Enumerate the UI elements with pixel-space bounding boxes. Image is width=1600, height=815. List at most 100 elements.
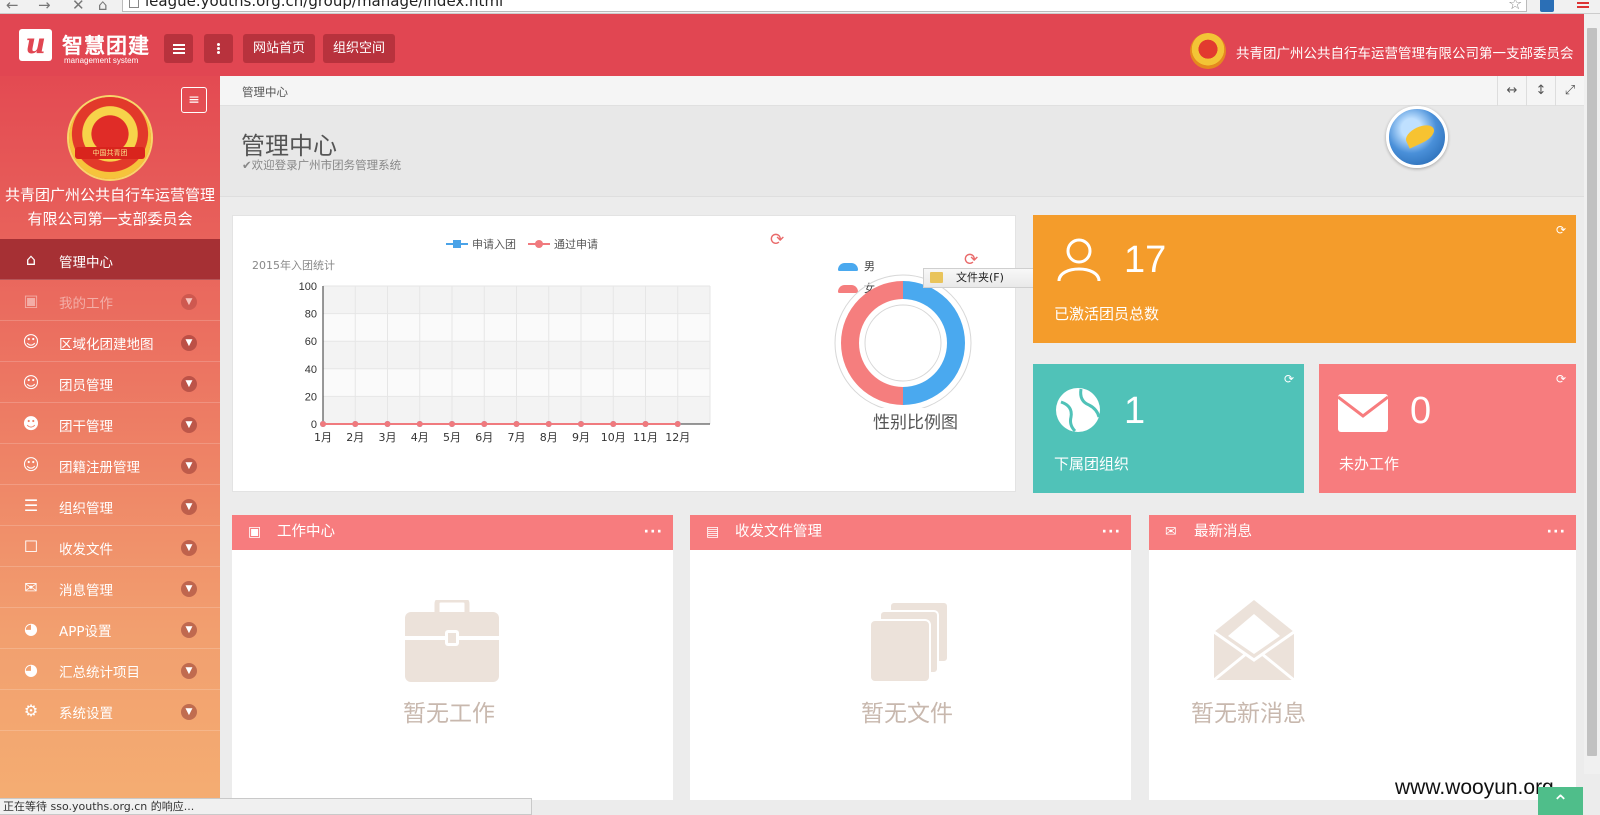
- data-point[interactable]: [352, 421, 359, 427]
- sidebar-item-app-settings[interactable]: ◕ APP设置 ▼: [0, 608, 220, 649]
- more-menu-button[interactable]: [204, 34, 233, 63]
- x-tick-label: 10月: [601, 431, 626, 444]
- chevron-down-icon[interactable]: ▼: [181, 376, 197, 392]
- data-point[interactable]: [610, 421, 617, 427]
- chevron-down-icon[interactable]: ▼: [181, 335, 197, 351]
- chevron-down-icon[interactable]: ▼: [181, 622, 197, 638]
- forward-icon[interactable]: →: [38, 0, 51, 13]
- back-to-top-button[interactable]: ⌃: [1538, 787, 1583, 815]
- data-point[interactable]: [384, 421, 391, 427]
- chevron-down-icon[interactable]: ▼: [181, 294, 197, 310]
- mail-icon: ✉: [24, 578, 38, 597]
- chevron-down-icon[interactable]: ▼: [181, 540, 197, 556]
- data-point[interactable]: [481, 421, 488, 427]
- panel-more-icon[interactable]: ···: [643, 515, 663, 550]
- chevron-down-icon[interactable]: ▼: [181, 458, 197, 474]
- data-point[interactable]: [642, 421, 649, 427]
- chevron-down-icon[interactable]: ▼: [181, 581, 197, 597]
- back-icon[interactable]: ←: [6, 0, 19, 13]
- chevron-down-icon[interactable]: ▼: [181, 499, 197, 515]
- sidebar-item-files[interactable]: ☐ 收发文件 ▼: [0, 526, 220, 567]
- sidebar-item-organization[interactable]: ☰ 组织管理 ▼: [0, 485, 220, 526]
- sidebar-item-management-center[interactable]: ⌂ 管理中心: [0, 239, 220, 280]
- chart-panel: 申请入团 通过申请 ⟳ 2015年入团统计 0 20 40 60 80 100 1月 2月 3月…: [232, 215, 1193, 492]
- logo-icon: u: [19, 29, 52, 61]
- address-bar[interactable]: league.youths.org.cn/group/manage/index.…: [122, 0, 1527, 12]
- stop-icon[interactable]: ✕: [72, 0, 85, 13]
- stat-card-pending-work[interactable]: 0 未办工作 ⟳: [1319, 364, 1576, 493]
- data-point[interactable]: [674, 421, 681, 427]
- page-icon: [129, 0, 139, 8]
- bird-mascot-icon[interactable]: [1386, 106, 1448, 168]
- scrollbar-thumb[interactable]: [1587, 28, 1597, 756]
- sidebar-item-member-management[interactable]: ☺ 团员管理 ▼: [0, 362, 220, 403]
- refresh-icon[interactable]: ⟳: [1556, 223, 1566, 237]
- panel-header: ✉ 最新消息 ···: [1149, 515, 1576, 550]
- layers-icon: ☰: [23, 496, 39, 515]
- page-scrollbar[interactable]: [1584, 14, 1600, 774]
- sidebar-item-messages[interactable]: ✉ 消息管理 ▼: [0, 567, 220, 608]
- panel-header: ▣ 工作中心 ···: [232, 515, 673, 550]
- briefcase-icon: ▣: [248, 524, 262, 540]
- chevron-down-icon[interactable]: ▼: [181, 417, 197, 433]
- data-point[interactable]: [320, 421, 326, 427]
- refresh-icon[interactable]: ⟳: [1556, 372, 1566, 386]
- sidebar-item-label: 团干管理: [59, 419, 113, 435]
- x-tick-label: 12月: [665, 431, 690, 444]
- legend-item-apply[interactable]: 申请入团: [446, 236, 516, 252]
- home-icon[interactable]: ⌂: [98, 0, 108, 13]
- empty-state-text: 暂无文件: [861, 701, 953, 727]
- x-tick-label: 2月: [346, 431, 364, 444]
- nav-space-button[interactable]: 组织空间: [323, 34, 396, 63]
- legend-label: 通过申请: [554, 238, 598, 251]
- sidebar-item-label: 团籍注册管理: [59, 460, 140, 476]
- sidebar-collapse-button[interactable]: ≡: [181, 87, 207, 113]
- line-chart-title: 2015年入团统计: [252, 259, 335, 272]
- stat-card-activated-members[interactable]: 17 已激活团员总数 ⟳: [1033, 215, 1576, 343]
- x-tick-label: 8月: [540, 431, 558, 444]
- y-tick-label: 100: [299, 281, 317, 293]
- refresh-icon[interactable]: ⟳: [1284, 372, 1294, 386]
- fullscreen-icon[interactable]: ⤢: [1555, 76, 1584, 106]
- data-point[interactable]: [416, 421, 423, 427]
- data-point[interactable]: [545, 421, 552, 427]
- envelope-icon: [1338, 394, 1388, 432]
- x-tick-label: 9月: [572, 431, 590, 444]
- panel-more-icon[interactable]: ···: [1101, 515, 1121, 550]
- stat-value: 0: [1410, 390, 1432, 432]
- user-icon: ☺: [22, 373, 40, 392]
- sidebar-item-statistics[interactable]: ◕ 汇总统计项目 ▼: [0, 649, 220, 690]
- x-tick-label: 5月: [443, 431, 461, 444]
- bookmark-star-icon[interactable]: ☆: [1508, 0, 1522, 13]
- sidebar-item-cadre-management[interactable]: ☻ 团干管理 ▼: [0, 403, 220, 444]
- menu-toggle-button[interactable]: [164, 34, 193, 63]
- browser-menu-icon[interactable]: [1577, 0, 1589, 10]
- refresh-line-chart-icon[interactable]: ⟳: [770, 230, 784, 250]
- y-tick-label: 80: [305, 309, 317, 321]
- data-point[interactable]: [449, 421, 455, 427]
- chevron-down-icon[interactable]: ▼: [181, 704, 197, 720]
- expand-vertical-icon[interactable]: ↕: [1526, 76, 1555, 106]
- header-org-name[interactable]: 共青团广州公共自行车运营管理有限公司第一支部委员会: [1236, 42, 1574, 62]
- sidebar-item-my-work[interactable]: ▣ 我的工作 ▼: [0, 280, 220, 321]
- stat-card-sub-organizations[interactable]: 1 下属团组织 ⟳: [1033, 364, 1304, 493]
- chevron-down-icon[interactable]: ▼: [181, 663, 197, 679]
- sidebar-item-system-settings[interactable]: ⚙ 系统设置 ▼: [0, 690, 220, 731]
- data-point[interactable]: [578, 421, 584, 427]
- panel-more-icon[interactable]: ···: [1546, 515, 1566, 550]
- data-point[interactable]: [513, 421, 520, 427]
- browser-toolbar: ← → ✕ ⌂ league.youths.org.cn/group/manag…: [0, 0, 1600, 14]
- breadcrumb-current[interactable]: 管理中心: [242, 84, 288, 100]
- sidebar-item-registration[interactable]: ☺ 团籍注册管理 ▼: [0, 444, 220, 485]
- stat-label: 已激活团员总数: [1054, 305, 1160, 323]
- legend-item-approved[interactable]: 通过申请: [528, 236, 598, 252]
- page-header: 管理中心 ✔欢迎登录广州市团务管理系统: [220, 106, 1584, 197]
- refresh-pie-chart-icon[interactable]: ⟳: [964, 250, 978, 270]
- nav-home-button[interactable]: 网站首页: [243, 34, 316, 63]
- gauge-icon: ◕: [24, 619, 38, 638]
- line-chart: 0 20 40 60 80 100 1月 2月 3月 4月 5月 6月 7月 8月 9月 10月 11月 12月: [299, 281, 711, 444]
- extension-icon[interactable]: [1540, 0, 1554, 12]
- sidebar-item-regional-map[interactable]: ☺ 区域化团建地图 ▼: [0, 321, 220, 362]
- view-tools: ↔ ↕ ⤢: [1497, 76, 1584, 106]
- expand-horizontal-icon[interactable]: ↔: [1497, 76, 1526, 106]
